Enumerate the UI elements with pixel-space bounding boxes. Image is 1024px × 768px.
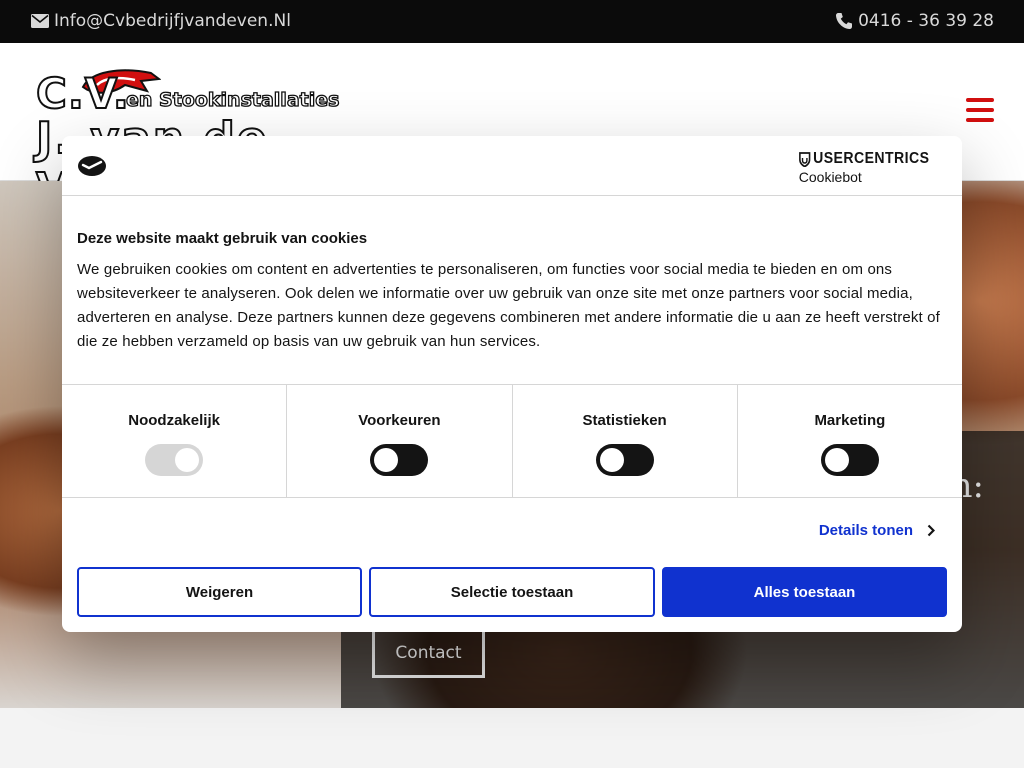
toggle-knob	[374, 448, 399, 472]
menu-bar-icon	[966, 108, 994, 112]
category-label: Statistieken	[582, 412, 667, 429]
menu-bar-icon	[966, 118, 994, 122]
logo-cv: C.V.	[35, 68, 130, 119]
menu-bar-icon	[966, 98, 994, 102]
envelope-icon	[31, 14, 49, 28]
category-necessary: Noodzakelijk	[62, 385, 288, 497]
category-statistics: Statistieken	[513, 385, 738, 497]
logo-tagline: en Stookinstallaties	[125, 88, 340, 111]
allow-all-button[interactable]: Alles toestaan	[662, 567, 947, 617]
phone-text: 0416 - 36 39 28	[858, 11, 994, 31]
email-link[interactable]: Info@Cvbedrijfjvandeven.Nl	[31, 11, 291, 31]
top-bar: Info@Cvbedrijfjvandeven.Nl 0416 - 36 39 …	[0, 0, 1024, 43]
allow-selection-button[interactable]: Selectie toestaan	[369, 567, 655, 617]
category-marketing: Marketing	[738, 385, 962, 497]
dialog-description: We gebruiken cookies om content en adver…	[77, 261, 940, 350]
contact-button[interactable]: Contact	[372, 627, 485, 678]
category-preferences: Voorkeuren	[287, 385, 513, 497]
dialog-title: Deze website maakt gebruik van cookies	[77, 230, 368, 247]
usercentrics-brand[interactable]: USERCENTRICS Cookiebot	[799, 150, 947, 185]
category-label: Noodzakelijk	[128, 412, 220, 429]
toggle-knob	[175, 448, 200, 472]
cookie-categories: Noodzakelijk Voorkeuren Statistieken Mar…	[62, 384, 962, 498]
menu-button[interactable]	[966, 98, 994, 122]
preferences-toggle[interactable]	[370, 444, 429, 476]
cookie-consent-dialog: USERCENTRICS Cookiebot Deze website maak…	[62, 136, 962, 632]
marketing-toggle[interactable]	[820, 444, 879, 476]
dialog-header: USERCENTRICS Cookiebot	[62, 136, 962, 196]
dialog-body: Deze website maakt gebruik van cookies W…	[77, 230, 947, 354]
details-label: Details tonen	[818, 522, 913, 539]
statistics-toggle[interactable]	[595, 444, 654, 476]
email-text: Info@Cvbedrijfjvandeven.Nl	[54, 11, 291, 31]
reject-button[interactable]: Weigeren	[77, 567, 362, 617]
category-label: Voorkeuren	[358, 412, 441, 429]
brand-name: USERCENTRICS	[812, 150, 930, 167]
necessary-toggle	[145, 444, 204, 476]
chevron-right-icon	[927, 524, 935, 537]
toggle-knob	[599, 448, 624, 472]
category-label: Marketing	[814, 412, 886, 429]
phone-icon	[836, 13, 853, 29]
details-link[interactable]: Details tonen	[819, 522, 935, 539]
shield-icon	[798, 151, 811, 167]
phone-link[interactable]: 0416 - 36 39 28	[835, 11, 994, 31]
toggle-knob	[824, 448, 849, 472]
cookiebot-logo-icon	[78, 156, 106, 176]
brand-product: Cookiebot	[798, 169, 862, 185]
